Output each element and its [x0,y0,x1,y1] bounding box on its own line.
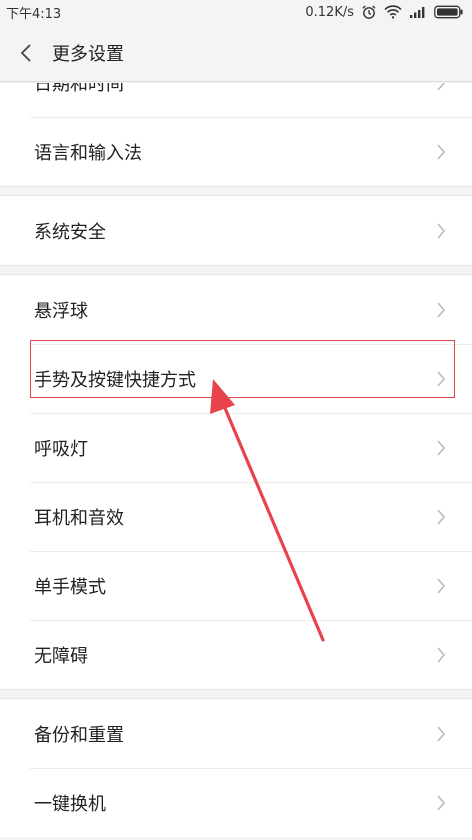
battery-icon [434,5,463,19]
settings-item-notification-light[interactable]: 呼吸灯 [0,413,472,482]
chevron-right-icon [437,83,445,90]
settings-item-label: 语言和输入法 [34,142,142,164]
signal-icon [410,7,425,18]
network-speed: 0.12K/s [305,4,354,20]
settings-group-security: 系统安全 [0,196,472,265]
group-divider [0,265,472,275]
chevron-right-icon [437,144,445,159]
settings-item-label: 单手模式 [34,576,106,598]
status-bar: 下午4:13 0.12K/s [0,0,472,24]
chevron-right-icon [437,578,445,593]
settings-item-label: 悬浮球 [34,300,88,322]
settings-item-label: 系统安全 [34,221,106,243]
settings-item-label: 日期和时间 [34,83,124,95]
chevron-right-icon [437,647,445,662]
chevron-left-icon [20,43,31,62]
back-button[interactable] [6,24,46,82]
chevron-right-icon [437,795,445,810]
settings-item-label: 耳机和音效 [34,507,124,529]
top-bar: 更多设置 [0,24,472,82]
settings-item-label: 备份和重置 [34,724,124,746]
settings-item-floating-ball[interactable]: 悬浮球 [0,275,472,344]
chevron-right-icon [437,371,445,386]
settings-group-locale: 日期和时间 语言和输入法 [0,83,472,186]
settings-item-label: 手势及按键快捷方式 [34,369,196,391]
settings-item-gesture-shortcuts[interactable]: 手势及按键快捷方式 [0,344,472,413]
settings-item-date-time[interactable]: 日期和时间 [0,83,472,117]
settings-group-backup: 备份和重置 一键换机 [0,699,472,837]
chevron-right-icon [437,302,445,317]
group-divider [0,186,472,196]
settings-group-features: 悬浮球 手势及按键快捷方式 呼吸灯 耳机和音效 单手模式 无障碍 [0,275,472,689]
page-title: 更多设置 [52,43,124,65]
settings-item-headphones-audio[interactable]: 耳机和音效 [0,482,472,551]
settings-item-label: 呼吸灯 [34,438,88,460]
group-divider [0,689,472,699]
chevron-right-icon [437,223,445,238]
chevron-right-icon [437,509,445,524]
settings-item-language-input[interactable]: 语言和输入法 [0,117,472,186]
settings-item-accessibility[interactable]: 无障碍 [0,620,472,689]
status-icons: 0.12K/s [305,4,464,20]
settings-item-backup-reset[interactable]: 备份和重置 [0,699,472,768]
settings-item-one-handed-mode[interactable]: 单手模式 [0,551,472,620]
settings-list[interactable]: 日期和时间 语言和输入法 系统安全 悬浮球 手势及按键快捷方式 呼吸灯 耳机和音… [0,83,472,840]
settings-item-label: 一键换机 [34,793,106,815]
settings-item-label: 无障碍 [34,645,88,667]
status-time: 下午4:13 [6,6,62,22]
chevron-right-icon [437,440,445,455]
alarm-icon [362,5,376,19]
settings-item-phone-migration[interactable]: 一键换机 [0,768,472,837]
settings-item-system-security[interactable]: 系统安全 [0,196,472,265]
wifi-icon [384,5,402,19]
chevron-right-icon [437,726,445,741]
